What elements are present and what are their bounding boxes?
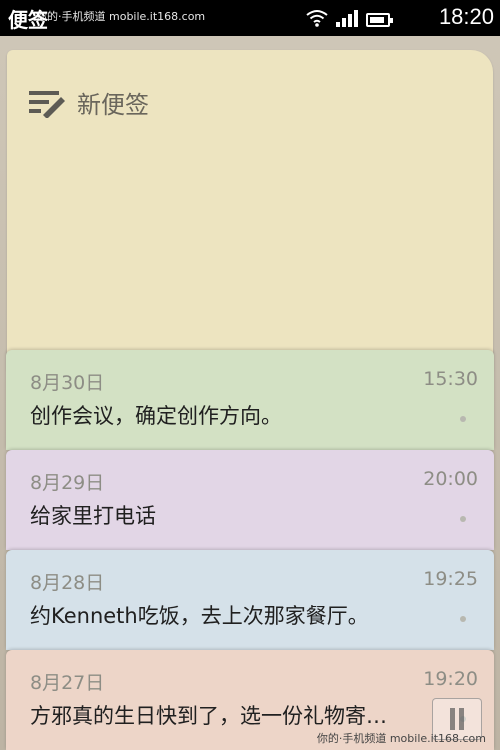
watermark-text: 你的·手机频道 mobile.it168.com [36, 10, 206, 23]
note-time: 20:00 [423, 468, 478, 490]
signal-icon [336, 9, 358, 27]
note-text: 方邪真的生日快到了，选一份礼物寄… [30, 704, 387, 728]
note-date: 8月30日 [30, 372, 105, 394]
new-note-area[interactable]: 新便签 [7, 50, 493, 370]
bottom-watermark: 你的·手机频道 mobile.it168.com [316, 732, 486, 745]
note-indicator-icon [460, 516, 466, 522]
pen-lines-icon [29, 90, 65, 118]
status-bar: 便签 你的·手机频道 mobile.it168.com 18:20 [0, 0, 500, 36]
new-note-label: 新便签 [77, 91, 149, 119]
note-text: 给家里打电话 [30, 504, 156, 528]
status-icons [306, 9, 393, 27]
clock: 18:20 [438, 4, 494, 29]
note-text: 约Kenneth吃饭，去上次那家餐厅。 [30, 604, 369, 628]
note-time: 19:20 [423, 668, 478, 690]
note-text: 创作会议，确定创作方向。 [30, 404, 282, 428]
note-date: 8月27日 [30, 672, 105, 694]
note-item[interactable]: 8月29日 20:00 给家里打电话 [6, 450, 494, 550]
note-date: 8月28日 [30, 572, 105, 594]
note-item[interactable]: 8月30日 15:30 创作会议，确定创作方向。 [6, 350, 494, 450]
note-time: 15:30 [423, 368, 478, 390]
note-item[interactable]: 8月28日 19:25 约Kenneth吃饭，去上次那家餐厅。 [6, 550, 494, 650]
new-note-button[interactable]: 新便签 [29, 85, 149, 120]
note-indicator-icon [460, 616, 466, 622]
battery-icon [366, 13, 393, 27]
note-time: 19:25 [423, 568, 478, 590]
note-indicator-icon [460, 416, 466, 422]
note-date: 8月29日 [30, 472, 105, 494]
wifi-icon [306, 10, 328, 27]
